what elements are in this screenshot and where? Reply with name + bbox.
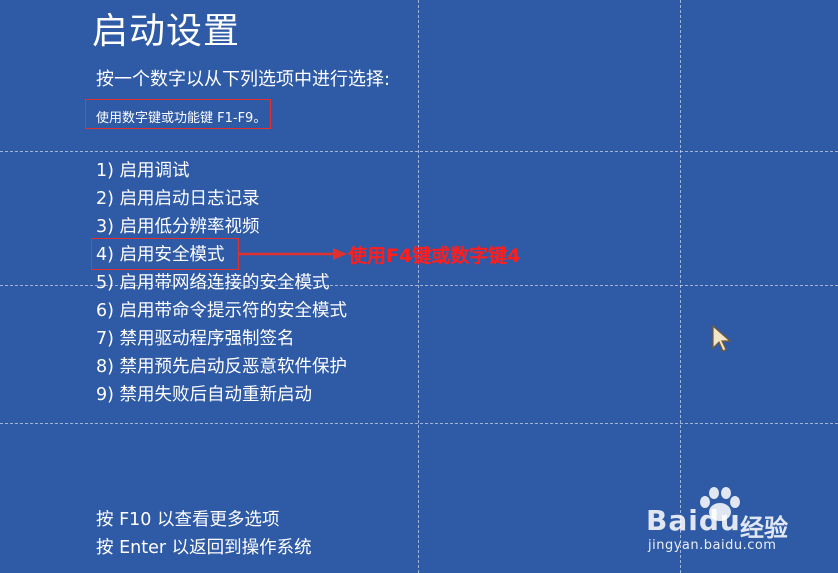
watermark-brand: Baidu <box>646 504 741 537</box>
annotation-label: 使用F4键或数字键4 <box>348 245 521 267</box>
safe-mode-highlight-box <box>91 238 239 270</box>
option-disable-driver-signature[interactable]: 7) 禁用驱动程序强制签名 <box>96 325 347 353</box>
option-enable-debugging[interactable]: 1) 启用调试 <box>96 157 347 185</box>
option-enable-boot-logging[interactable]: 2) 启用启动日志记录 <box>96 185 347 213</box>
baidu-jingyan-watermark: Baidu 经验 jingyan.baidu.com <box>640 484 810 556</box>
mouse-cursor-icon <box>712 324 732 352</box>
grid-line <box>0 423 838 424</box>
option-enable-low-resolution-video[interactable]: 3) 启用低分辨率视频 <box>96 213 347 241</box>
startup-options-list: 1) 启用调试 2) 启用启动日志记录 3) 启用低分辨率视频 4) 启用安全模… <box>96 157 347 409</box>
footer-return: 按 Enter 以返回到操作系统 <box>96 538 312 558</box>
grid-line <box>418 0 419 573</box>
option-safe-mode-command-prompt[interactable]: 6) 启用带命令提示符的安全模式 <box>96 297 347 325</box>
footer: 按 F10 以查看更多选项 按 Enter 以返回到操作系统 <box>96 506 312 562</box>
page-title: 启动设置 <box>92 11 241 52</box>
option-disable-early-antimalware[interactable]: 8) 禁用预先启动反恶意软件保护 <box>96 353 347 381</box>
watermark-url: jingyan.baidu.com <box>648 538 777 553</box>
grid-line <box>0 151 838 152</box>
footer-more-options: 按 F10 以查看更多选项 <box>96 510 280 530</box>
instruction-text: 按一个数字以从下列选项中进行选择: <box>96 69 391 90</box>
annotation-arrow-icon <box>239 248 347 260</box>
option-disable-auto-restart[interactable]: 9) 禁用失败后自动重新启动 <box>96 381 347 409</box>
option-safe-mode-networking[interactable]: 5) 启用带网络连接的安全模式 <box>96 269 347 297</box>
key-hint-text: 使用数字键或功能键 F1-F9。 <box>96 111 267 126</box>
